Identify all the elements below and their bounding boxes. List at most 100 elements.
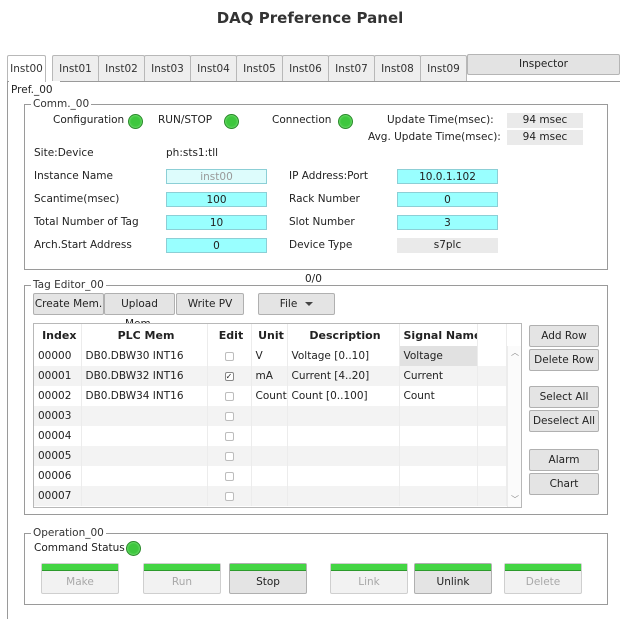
row-plc-mem[interactable]: DB0.DBW30 INT16 xyxy=(81,346,208,366)
column-header-description[interactable]: Description xyxy=(287,324,400,346)
select-all-button[interactable]: Select All xyxy=(529,386,599,408)
make-button[interactable]: Make xyxy=(41,563,119,594)
column-header-plc-mem[interactable]: PLC Mem xyxy=(81,324,208,346)
ip-port-field[interactable]: 10.0.1.102 xyxy=(397,169,498,184)
row-description[interactable]: Count [0..100] xyxy=(287,386,400,406)
row-index[interactable]: 00001 xyxy=(34,366,82,386)
tab-inst00[interactable]: Inst00 xyxy=(7,55,46,82)
row-description[interactable]: Current [4..20] xyxy=(287,366,400,386)
edit-checkbox[interactable] xyxy=(224,471,234,481)
row-index[interactable]: 00002 xyxy=(34,386,82,406)
row-signal-name[interactable] xyxy=(399,426,478,446)
row-plc-mem[interactable]: DB0.DBW34 INT16 xyxy=(81,386,208,406)
table-row[interactable]: 00004 xyxy=(34,426,507,446)
row-signal-name[interactable]: Voltage xyxy=(399,346,478,366)
row-plc-mem[interactable] xyxy=(81,446,208,466)
upload-mem-button[interactable]: Upload Mem. xyxy=(104,293,175,330)
edit-checkbox[interactable] xyxy=(224,431,234,441)
tab-inst07[interactable]: Inst07 xyxy=(328,55,375,81)
row-index[interactable]: 00006 xyxy=(34,466,82,486)
tab-inst05[interactable]: Inst05 xyxy=(236,55,283,81)
arch-start-field[interactable]: 0 xyxy=(166,238,267,253)
row-description[interactable] xyxy=(287,406,400,426)
row-plc-mem[interactable]: DB0.DBW32 INT16 xyxy=(81,366,208,386)
row-signal-name[interactable] xyxy=(399,406,478,426)
add-row-button[interactable]: Add Row xyxy=(529,325,599,347)
delete-row-button[interactable]: Delete Row xyxy=(529,349,599,371)
write-pv-button[interactable]: Write PV xyxy=(176,293,244,315)
row-signal-name[interactable]: Current xyxy=(399,366,478,386)
tab-inst03[interactable]: Inst03 xyxy=(144,55,191,81)
create-mem-button[interactable]: Create Mem. xyxy=(33,293,104,315)
row-signal-name[interactable] xyxy=(399,446,478,466)
total-tags-field[interactable]: 10 xyxy=(166,215,267,230)
edit-checkbox[interactable] xyxy=(224,351,234,361)
column-header-signal-name[interactable]: Signal Name xyxy=(399,324,478,346)
row-signal-name[interactable]: Count xyxy=(399,386,478,406)
row-index[interactable]: 00005 xyxy=(34,446,82,466)
row-unit[interactable] xyxy=(251,426,288,446)
table-row[interactable]: 00001 DB0.DBW32 INT16 ✓ mA Current [4..20] Cu… xyxy=(34,366,507,386)
scroll-down-icon[interactable]: ﹀ xyxy=(511,496,519,504)
row-unit[interactable]: V xyxy=(251,346,288,366)
row-plc-mem[interactable] xyxy=(81,426,208,446)
row-unit[interactable]: mA xyxy=(251,366,288,386)
row-plc-mem[interactable] xyxy=(81,406,208,426)
edit-checkbox[interactable] xyxy=(224,391,234,401)
row-description[interactable] xyxy=(287,486,400,506)
tab-inst02[interactable]: Inst02 xyxy=(98,55,145,81)
edit-checkbox[interactable] xyxy=(224,411,234,421)
row-index[interactable]: 00000 xyxy=(34,346,82,366)
row-description[interactable] xyxy=(287,446,400,466)
table-row[interactable]: 00000 DB0.DBW30 INT16 V Voltage [0..10] Volt… xyxy=(34,346,507,366)
row-unit[interactable] xyxy=(251,486,288,506)
edit-checkbox[interactable] xyxy=(224,451,234,461)
tab-inst06[interactable]: Inst06 xyxy=(282,55,329,81)
row-plc-mem[interactable] xyxy=(81,466,208,486)
run-button[interactable]: Run xyxy=(143,563,221,594)
row-index[interactable]: 00004 xyxy=(34,426,82,446)
link-button[interactable]: Link xyxy=(330,563,408,594)
instance-name-field[interactable]: inst00 xyxy=(166,169,267,184)
table-row[interactable]: 00006 xyxy=(34,466,507,486)
chart-button[interactable]: Chart xyxy=(529,473,599,495)
stop-button[interactable]: Stop xyxy=(229,563,307,594)
deselect-all-button[interactable]: Deselect All xyxy=(529,410,599,432)
edit-checkbox[interactable] xyxy=(224,491,234,501)
file-menu-button[interactable]: File xyxy=(258,293,335,315)
delete-button[interactable]: Delete xyxy=(504,563,582,594)
rack-number-field[interactable]: 0 xyxy=(397,192,498,207)
edit-checkbox[interactable]: ✓ xyxy=(224,371,234,381)
row-index[interactable]: 00007 xyxy=(34,486,82,506)
row-unit[interactable]: Count xyxy=(251,386,288,406)
table-row[interactable]: 00007 xyxy=(34,486,507,506)
slot-number-field[interactable]: 3 xyxy=(397,215,498,230)
row-plc-mem[interactable] xyxy=(81,486,208,506)
scantime-field[interactable]: 100 xyxy=(166,192,267,207)
row-index[interactable]: 00003 xyxy=(34,406,82,426)
table-scrollbar[interactable]: ︿ ﹀ xyxy=(507,346,521,507)
tab-inst08[interactable]: Inst08 xyxy=(374,55,421,81)
tag-table[interactable]: Index PLC Mem Edit Unit Description Sign… xyxy=(33,323,522,508)
table-row[interactable]: 00003 xyxy=(34,406,507,426)
row-signal-name[interactable] xyxy=(399,486,478,506)
row-unit[interactable] xyxy=(251,446,288,466)
row-description[interactable]: Voltage [0..10] xyxy=(287,346,400,366)
unlink-button[interactable]: Unlink xyxy=(414,563,492,594)
row-description[interactable] xyxy=(287,466,400,486)
row-signal-name[interactable] xyxy=(399,466,478,486)
row-description[interactable] xyxy=(287,426,400,446)
column-header-edit[interactable]: Edit xyxy=(207,324,252,346)
table-row[interactable]: 00005 xyxy=(34,446,507,466)
row-unit[interactable] xyxy=(251,406,288,426)
column-header-unit[interactable]: Unit xyxy=(251,324,288,346)
alarm-button[interactable]: Alarm xyxy=(529,449,599,471)
tab-inst01[interactable]: Inst01 xyxy=(52,55,99,81)
tab-inst04[interactable]: Inst04 xyxy=(190,55,237,81)
row-unit[interactable] xyxy=(251,466,288,486)
column-header-index[interactable]: Index xyxy=(34,324,82,346)
tab-inst09[interactable]: Inst09 xyxy=(420,55,467,81)
table-row[interactable]: 00002 DB0.DBW34 INT16 Count Count [0..100] C… xyxy=(34,386,507,406)
scroll-up-icon[interactable]: ︿ xyxy=(511,349,519,357)
inspector-button[interactable]: Inspector xyxy=(467,54,620,75)
